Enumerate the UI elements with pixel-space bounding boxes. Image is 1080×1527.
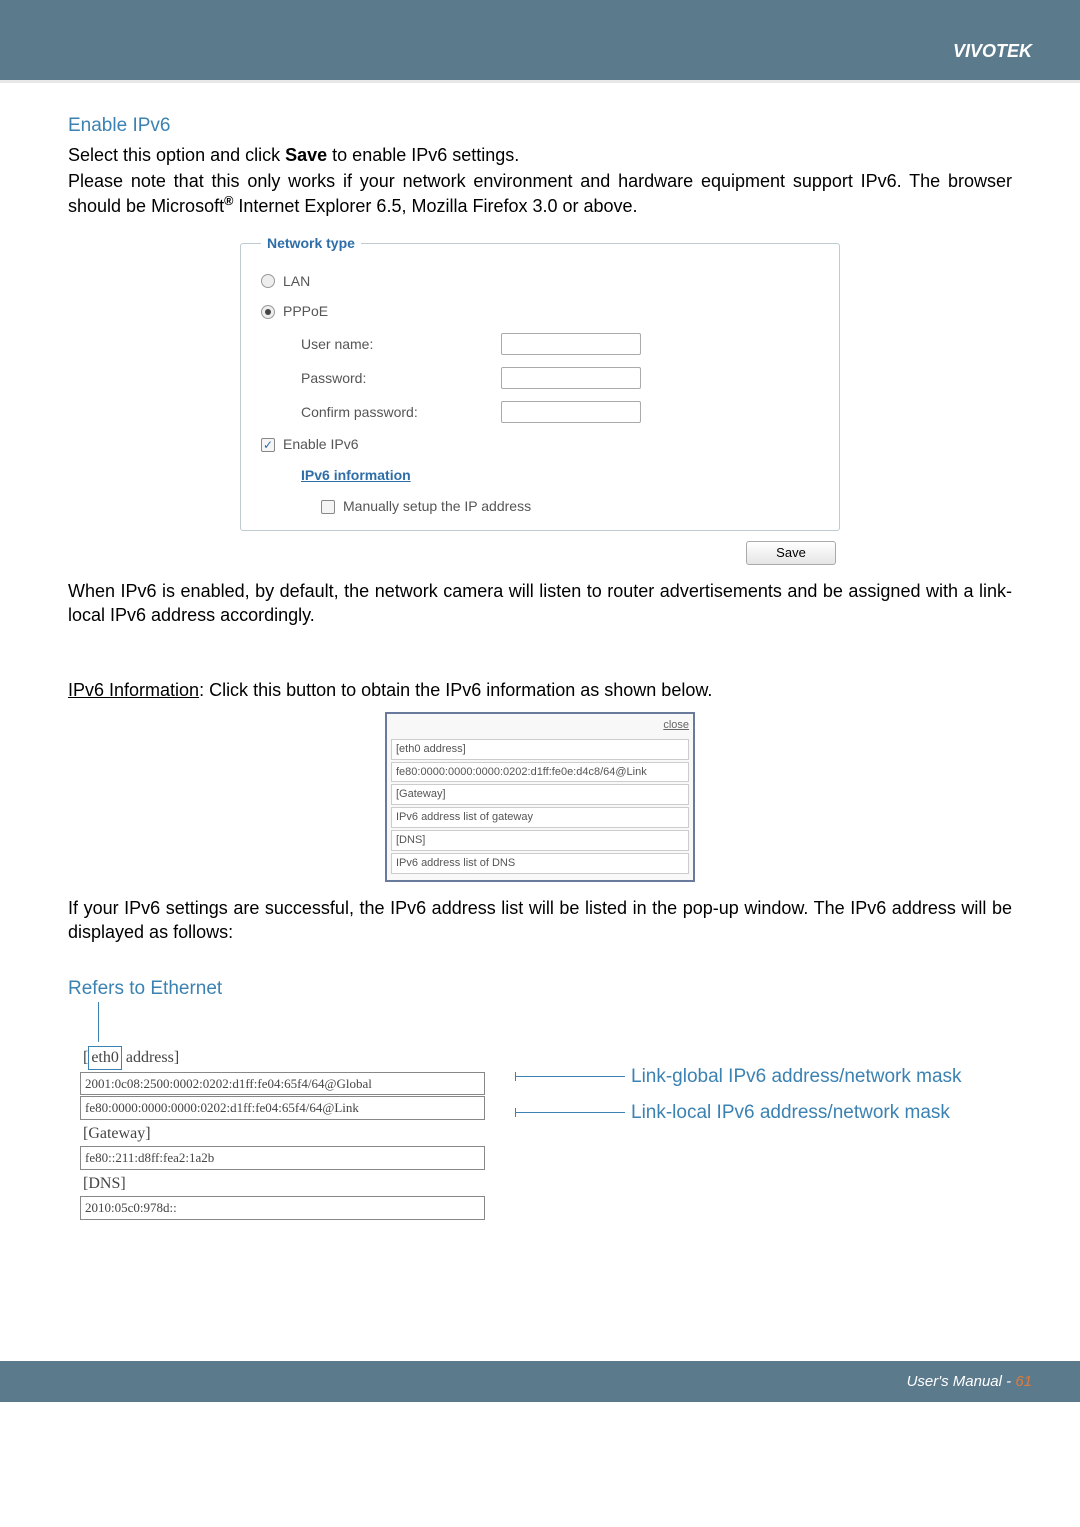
annotation-column: Link-global IPv6 address/network mask Li… — [485, 1044, 962, 1221]
detail-dns-header: [DNS] — [80, 1171, 485, 1197]
ipv6-popup: close [eth0 address] fe80:0000:0000:0000… — [385, 712, 695, 882]
global-annotation-text: Link-global IPv6 address/network mask — [631, 1064, 962, 1090]
pppoe-label: PPPoE — [283, 302, 328, 321]
connector-line — [515, 1076, 625, 1077]
text: Select this option and click — [68, 145, 285, 165]
username-row: User name: — [261, 327, 819, 361]
confirm-password-row: Confirm password: — [261, 395, 819, 429]
detail-global-address: 2001:0c08:2500:0002:0202:d1ff:fe04:65f4/… — [80, 1072, 485, 1096]
eth0-highlight: eth0 — [88, 1046, 122, 1070]
popup-gateway-list: IPv6 address list of gateway — [391, 807, 689, 828]
network-type-fieldset: Network type LAN PPPoE User name: Passwo… — [240, 243, 840, 531]
after-popup-paragraph: If your IPv6 settings are successful, th… — [68, 896, 1012, 945]
detail-local-address: fe80:0000:0000:0000:0202:d1ff:fe04:65f4/… — [80, 1096, 485, 1120]
network-type-panel: Network type LAN PPPoE User name: Passwo… — [240, 243, 840, 565]
refers-pointer — [98, 1002, 1012, 1042]
detail-eth-header: [eth0 address] — [80, 1044, 485, 1072]
lan-radio-row[interactable]: LAN — [261, 266, 819, 297]
popup-close-link[interactable]: close — [391, 718, 689, 733]
page-number: 61 — [1015, 1373, 1032, 1390]
save-button-wrap: Save — [240, 541, 840, 565]
addr-label-rest: address] — [122, 1049, 179, 1066]
local-annotation-text: Link-local IPv6 address/network mask — [631, 1100, 950, 1126]
confirm-password-input[interactable] — [501, 401, 641, 423]
section-title: Enable IPv6 — [68, 113, 1012, 139]
text: to enable IPv6 settings. — [327, 145, 519, 165]
lan-radio[interactable] — [261, 274, 275, 288]
enable-ipv6-checkbox[interactable] — [261, 438, 275, 452]
brand-text: VIVOTEK — [953, 41, 1032, 62]
footer-label: User's Manual - — [907, 1373, 1016, 1390]
after-form-paragraph: When IPv6 is enabled, by default, the ne… — [68, 579, 1012, 628]
enable-ipv6-row[interactable]: Enable IPv6 — [261, 429, 819, 460]
password-row: Password: — [261, 361, 819, 395]
detail-table: [eth0 address] 2001:0c08:2500:0002:0202:… — [80, 1044, 485, 1221]
enable-ipv6-label: Enable IPv6 — [283, 435, 359, 454]
manual-setup-row[interactable]: Manually setup the IP address — [261, 497, 819, 516]
manual-setup-label: Manually setup the IP address — [343, 497, 531, 516]
page-header: VIVOTEK — [0, 0, 1080, 80]
manual-setup-checkbox[interactable] — [321, 500, 335, 514]
popup-dns-list: IPv6 address list of DNS — [391, 853, 689, 874]
username-input[interactable] — [501, 333, 641, 355]
password-input[interactable] — [501, 367, 641, 389]
ipv6-info-rest: : Click this button to obtain the IPv6 i… — [199, 680, 712, 700]
save-button[interactable]: Save — [746, 541, 836, 565]
detail-gateway-header: [Gateway] — [80, 1121, 485, 1147]
page-footer: User's Manual - 61 — [0, 1361, 1080, 1402]
pppoe-radio-row[interactable]: PPPoE — [261, 296, 819, 327]
detail-gateway-value: fe80::211:d8ff:fea2:1a2b — [80, 1146, 485, 1170]
text: Internet Explorer 6.5, Mozilla Firefox 3… — [233, 196, 637, 216]
save-word: Save — [285, 145, 327, 165]
connector-line — [515, 1112, 625, 1113]
ipv6-detail-panel: [eth0 address] 2001:0c08:2500:0002:0202:… — [80, 1044, 1012, 1221]
global-annotation: Link-global IPv6 address/network mask — [515, 1064, 962, 1090]
confirm-password-label: Confirm password: — [301, 403, 501, 422]
fieldset-legend: Network type — [261, 234, 361, 253]
ipv6-info-line: IPv6 Information: Click this button to o… — [68, 678, 1012, 702]
lan-label: LAN — [283, 272, 310, 291]
popup-gateway-header: [Gateway] — [391, 784, 689, 805]
intro-paragraph-2: Please note that this only works if your… — [68, 169, 1012, 219]
local-annotation: Link-local IPv6 address/network mask — [515, 1100, 962, 1126]
ipv6-info-label: IPv6 Information — [68, 680, 199, 700]
popup-dns-header: [DNS] — [391, 830, 689, 851]
registered-mark: ® — [224, 194, 233, 208]
intro-paragraph-1: Select this option and click Save to ena… — [68, 143, 1012, 167]
username-label: User name: — [301, 335, 501, 354]
main-content: Enable IPv6 Select this option and click… — [0, 83, 1080, 1221]
ipv6-information-link[interactable]: IPv6 information — [261, 466, 411, 485]
password-label: Password: — [301, 369, 501, 388]
refers-to-ethernet-title: Refers to Ethernet — [68, 976, 1012, 1002]
detail-dns-value: 2010:05c0:978d:: — [80, 1196, 485, 1220]
popup-eth-address: fe80:0000:0000:0000:0202:d1ff:fe0e:d4c8/… — [391, 762, 689, 783]
pppoe-radio[interactable] — [261, 305, 275, 319]
popup-eth-header: [eth0 address] — [391, 739, 689, 760]
